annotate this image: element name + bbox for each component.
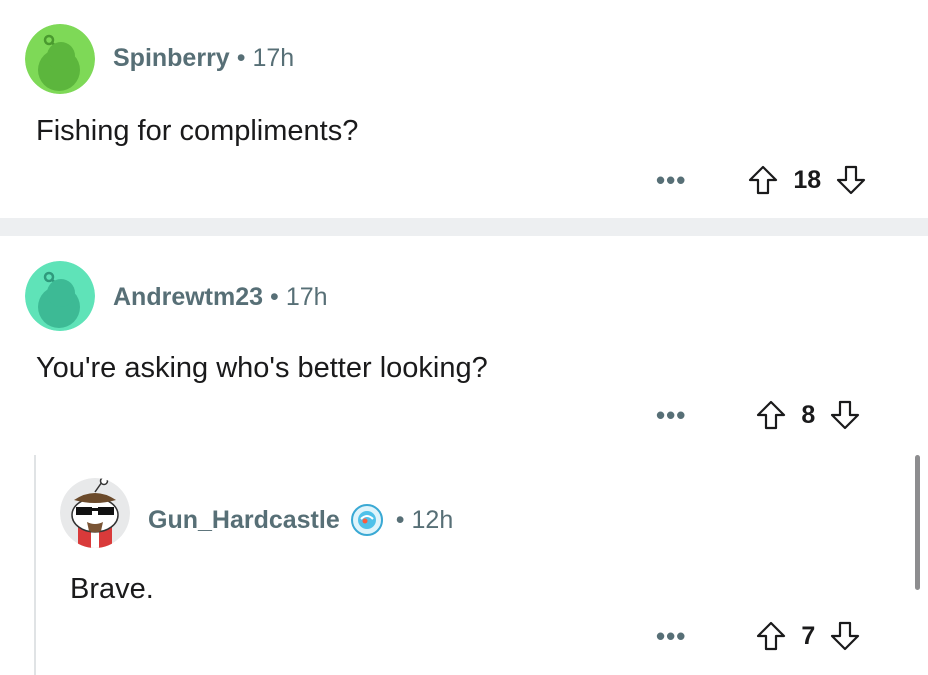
vote-score: 8 [801,400,816,429]
separator-dot: • [236,44,246,72]
action-bar: ••• 8 [656,395,861,435]
thread-line[interactable] [34,455,36,675]
more-options-icon[interactable]: ••• [656,621,686,652]
action-bar: ••• 18 [656,160,867,200]
vote-score: 18 [793,165,822,194]
more-options-icon[interactable]: ••• [656,400,686,431]
avatar-gun-hardcastle[interactable] [60,478,130,548]
user-flair-badge-icon [350,504,383,536]
upvote-icon[interactable] [755,399,787,431]
separator-dot: • [270,283,279,311]
downvote-icon[interactable] [829,620,861,652]
comment-body: Fishing for compliments? [36,115,359,147]
action-bar: ••• 7 [656,616,861,656]
comment-divider [0,218,928,236]
timestamp: 17h [252,44,295,72]
comment-meta: Gun_Hardcastle • 12h [148,503,453,537]
comment-body: Brave. [70,573,154,605]
more-options-icon[interactable]: ••• [656,165,686,196]
comment-body: You're asking who's better looking? [36,352,488,384]
comment-meta: Spinberry • 17h [113,44,294,73]
vote-score: 7 [801,621,816,650]
upvote-icon[interactable] [755,620,787,652]
downvote-icon[interactable] [835,164,867,196]
username[interactable]: Gun_Hardcastle [148,506,340,535]
timestamp: 17h [285,283,328,311]
comment-meta: Andrewtm23 • 17h [113,283,328,312]
avatar-spinberry[interactable] [25,24,95,94]
downvote-icon[interactable] [829,399,861,431]
avatar-andrewtm23[interactable] [25,261,95,331]
timestamp: 12h [411,505,454,534]
username[interactable]: Andrewtm23 [113,283,263,311]
separator-dot: • [395,505,405,534]
username[interactable]: Spinberry [113,44,230,72]
upvote-icon[interactable] [747,164,779,196]
scrollbar-thumb[interactable] [915,455,920,590]
